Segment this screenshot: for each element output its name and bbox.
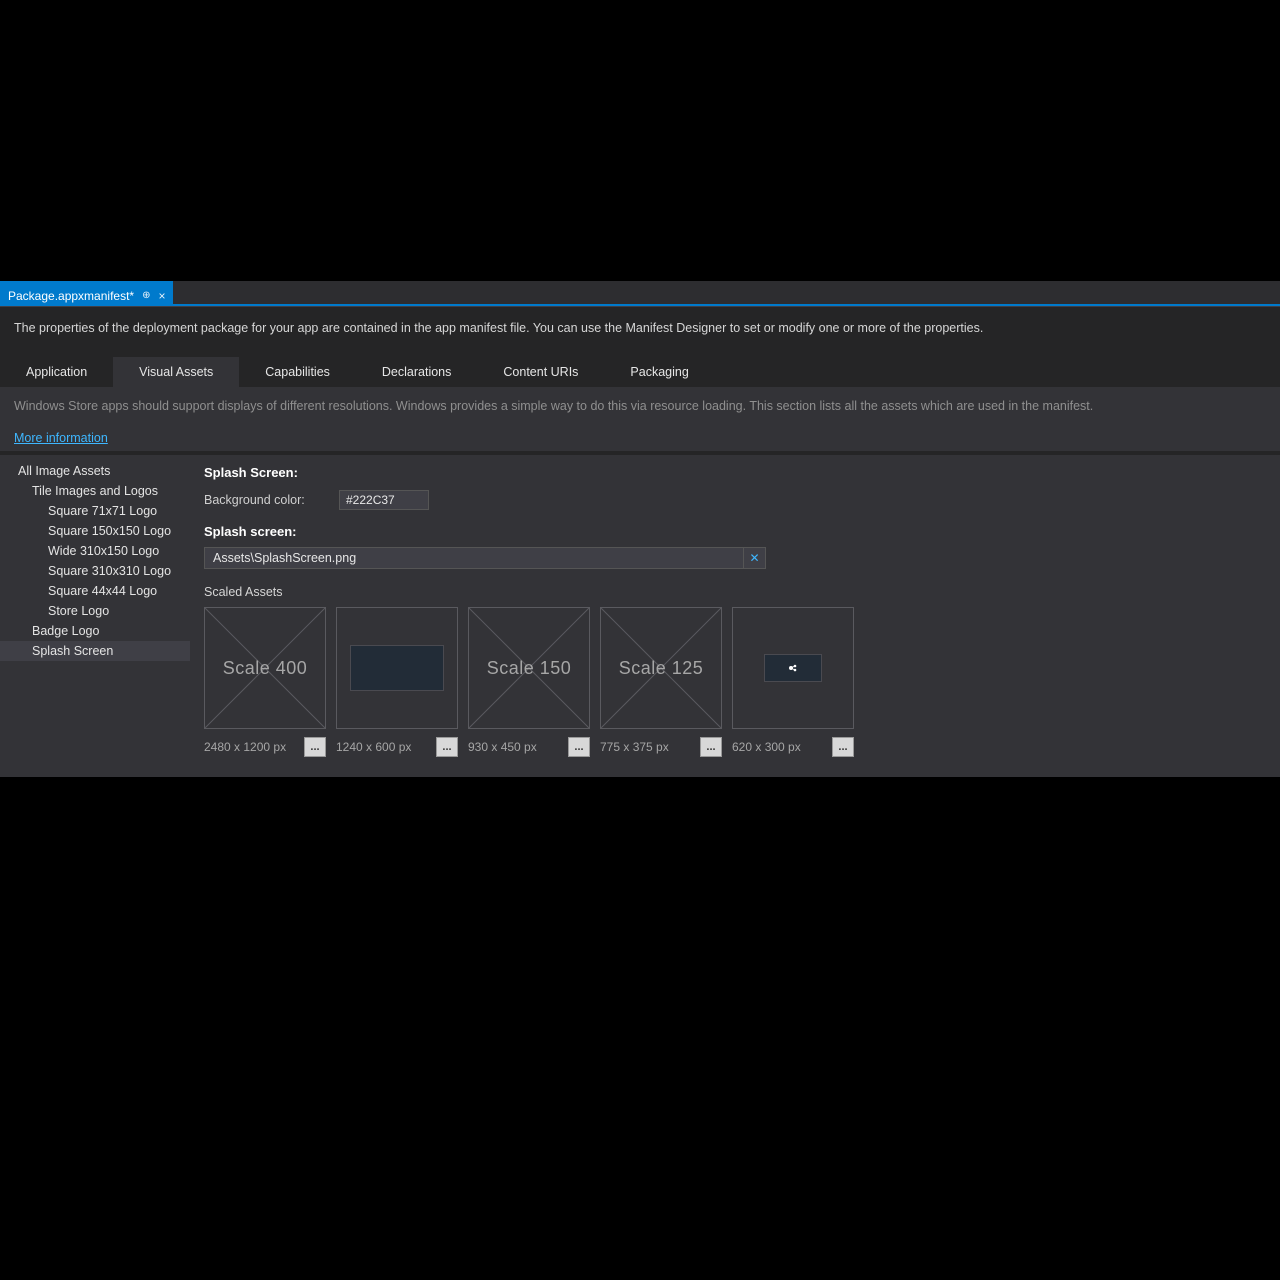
thumb-col-400: Scale 400 2480 x 1200 px ... xyxy=(204,607,326,757)
tab-capabilities[interactable]: Capabilities xyxy=(239,357,356,387)
sidebar-item-310[interactable]: Square 310x310 Logo xyxy=(0,561,190,581)
document-tab-active[interactable]: Package.appxmanifest* ⊕ × xyxy=(0,281,173,306)
tab-visual-assets[interactable]: Visual Assets xyxy=(113,357,239,387)
panel-body: The properties of the deployment package… xyxy=(0,306,1280,777)
asset-sidebar: All Image Assets Tile Images and Logos S… xyxy=(0,455,190,777)
scale-text: Scale 125 xyxy=(619,658,704,679)
thumb-col-125: Scale 125 775 x 375 px ... xyxy=(600,607,722,757)
scaled-assets-row: Scale 400 2480 x 1200 px ... 124 xyxy=(204,607,1266,757)
sidebar-item-44[interactable]: Square 44x44 Logo xyxy=(0,581,190,601)
sidebar-item-tile-logos[interactable]: Tile Images and Logos xyxy=(0,481,190,501)
tab-declarations[interactable]: Declarations xyxy=(356,357,477,387)
main-area: Splash Screen: Background color: Splash … xyxy=(190,455,1280,777)
intro-text: The properties of the deployment package… xyxy=(0,307,1280,345)
thumb-box[interactable]: Scale 400 xyxy=(204,607,326,729)
splash-path-input[interactable] xyxy=(204,547,744,569)
thumb-col-150: Scale 150 930 x 450 px ... xyxy=(468,607,590,757)
browse-button[interactable]: ... xyxy=(436,737,458,757)
thumb-dim: 930 x 450 px xyxy=(468,740,537,754)
document-tab-bar: Package.appxmanifest* ⊕ × xyxy=(0,281,1280,306)
browse-button[interactable]: ... xyxy=(700,737,722,757)
browse-button[interactable]: ... xyxy=(568,737,590,757)
sidebar-item-all[interactable]: All Image Assets xyxy=(0,461,190,481)
clear-path-button[interactable]: ✕ xyxy=(744,547,766,569)
scaled-assets-label: Scaled Assets xyxy=(204,585,1266,599)
manifest-designer-panel: Package.appxmanifest* ⊕ × The properties… xyxy=(0,281,1280,791)
thumb-box[interactable] xyxy=(732,607,854,729)
sidebar-item-splash[interactable]: Splash Screen xyxy=(0,641,190,661)
scale-text: Scale 150 xyxy=(487,658,572,679)
thumb-col-200: 1240 x 600 px ... xyxy=(336,607,458,757)
pin-icon[interactable]: ⊕ xyxy=(142,290,150,301)
preview-image xyxy=(764,654,822,682)
more-information-link[interactable]: More information xyxy=(0,423,1280,451)
sidebar-item-wide[interactable]: Wide 310x150 Logo xyxy=(0,541,190,561)
preview-image xyxy=(350,645,444,691)
sub-intro-text: Windows Store apps should support displa… xyxy=(0,387,1280,423)
thumb-dim: 1240 x 600 px xyxy=(336,740,411,754)
document-tab-title: Package.appxmanifest* xyxy=(8,289,134,303)
sidebar-item-badge[interactable]: Badge Logo xyxy=(0,621,190,641)
browse-button[interactable]: ... xyxy=(304,737,326,757)
bg-color-input[interactable] xyxy=(339,490,429,510)
thumb-dim: 620 x 300 px xyxy=(732,740,801,754)
tab-content-uris[interactable]: Content URIs xyxy=(477,357,604,387)
thumb-col-100: 620 x 300 px ... xyxy=(732,607,854,757)
sidebar-item-71[interactable]: Square 71x71 Logo xyxy=(0,501,190,521)
thumb-box[interactable] xyxy=(336,607,458,729)
tab-packaging[interactable]: Packaging xyxy=(604,357,714,387)
sidebar-item-150[interactable]: Square 150x150 Logo xyxy=(0,521,190,541)
scale-text: Scale 400 xyxy=(223,658,308,679)
thumb-dim: 775 x 375 px xyxy=(600,740,669,754)
thumb-dim: 2480 x 1200 px xyxy=(204,740,286,754)
clear-icon: ✕ xyxy=(749,551,759,565)
thumb-box[interactable]: Scale 125 xyxy=(600,607,722,729)
tab-application[interactable]: Application xyxy=(0,357,113,387)
section-title-splash: Splash Screen: xyxy=(204,465,1266,480)
thumb-box[interactable]: Scale 150 xyxy=(468,607,590,729)
sidebar-item-store[interactable]: Store Logo xyxy=(0,601,190,621)
content-area: All Image Assets Tile Images and Logos S… xyxy=(0,455,1280,777)
designer-tabs: Application Visual Assets Capabilities D… xyxy=(0,357,1280,387)
section-title-splash2: Splash screen: xyxy=(204,524,1266,539)
app-logo-icon xyxy=(788,663,798,673)
bg-color-label: Background color: xyxy=(204,493,329,507)
close-icon[interactable]: × xyxy=(158,289,165,303)
browse-button[interactable]: ... xyxy=(832,737,854,757)
